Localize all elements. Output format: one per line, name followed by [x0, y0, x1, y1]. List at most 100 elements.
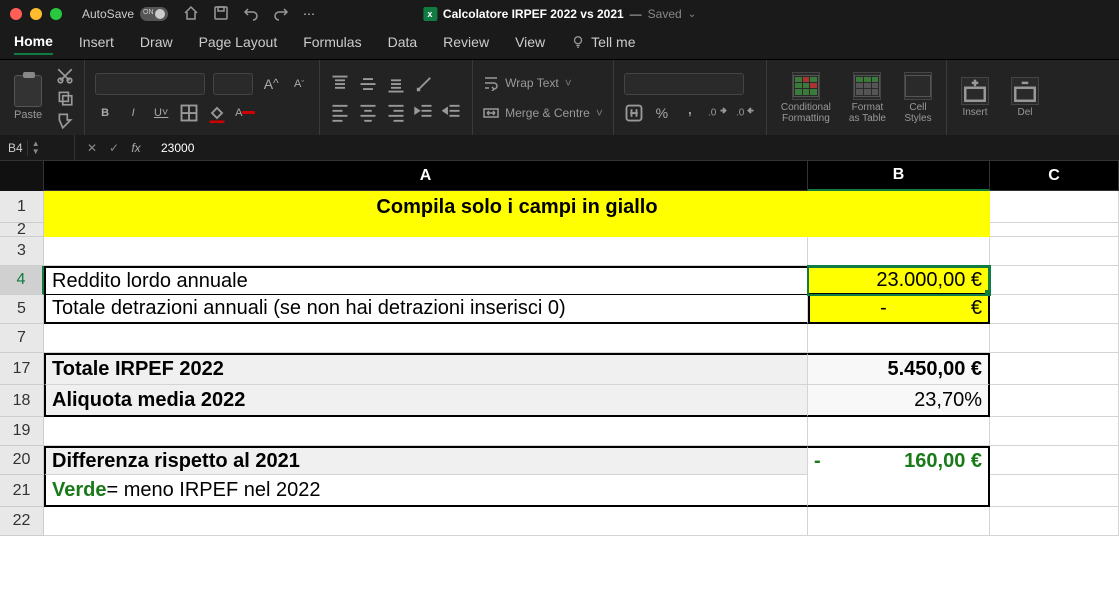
row-header[interactable]: 17	[0, 353, 44, 385]
toggle-switch-icon[interactable]: ON	[140, 7, 168, 21]
formula-input[interactable]: 23000	[153, 141, 1119, 155]
align-middle-icon[interactable]	[358, 74, 378, 94]
align-center-icon[interactable]	[358, 102, 378, 122]
more-icon[interactable]: ⋯	[303, 7, 315, 21]
wrap-text-button[interactable]: Wrap Text ˅	[483, 72, 603, 94]
row-header[interactable]: 4	[0, 266, 44, 295]
cell[interactable]	[808, 237, 990, 266]
verde-note[interactable]: Verde = meno IRPEF nel 2022	[44, 475, 808, 507]
cell[interactable]	[44, 507, 808, 536]
detrazioni-value[interactable]: - €	[808, 295, 990, 324]
conditional-formatting-button[interactable]: Conditional Formatting	[777, 68, 835, 128]
maximize-window-icon[interactable]	[50, 8, 62, 20]
col-header-b[interactable]: B	[808, 161, 990, 191]
accounting-format-icon[interactable]	[624, 103, 644, 123]
fill-color-icon[interactable]	[207, 103, 227, 123]
row-header[interactable]: 18	[0, 385, 44, 417]
autosave-toggle[interactable]: AutoSave ON	[82, 7, 168, 21]
tab-review[interactable]: Review	[443, 34, 489, 54]
copy-icon[interactable]	[56, 90, 74, 106]
tab-formulas[interactable]: Formulas	[303, 34, 361, 54]
cut-icon[interactable]	[56, 68, 74, 84]
home-icon[interactable]	[183, 5, 199, 24]
decrease-font-icon[interactable]: Aˇ	[289, 74, 309, 94]
banner-cell[interactable]: Compila solo i campi in giallo	[44, 191, 990, 223]
decrease-decimal-icon[interactable]: .0	[736, 103, 756, 123]
differenza-label[interactable]: Differenza rispetto al 2021	[44, 446, 808, 475]
row-header[interactable]: 7	[0, 324, 44, 353]
cell-styles-button[interactable]: Cell Styles	[900, 68, 936, 128]
italic-button[interactable]: I	[123, 103, 143, 123]
bold-button[interactable]: B	[95, 103, 115, 123]
format-as-table-button[interactable]: Format as Table	[845, 68, 890, 128]
aliquota-label[interactable]: Aliquota media 2022	[44, 385, 808, 417]
cell[interactable]	[44, 324, 808, 353]
percent-format-icon[interactable]: %	[652, 103, 672, 123]
increase-font-icon[interactable]: A^	[261, 74, 281, 94]
cell[interactable]	[808, 475, 990, 507]
cell[interactable]	[44, 223, 990, 237]
save-icon[interactable]	[213, 5, 229, 24]
cell[interactable]	[44, 417, 808, 446]
differenza-value[interactable]: - 160,00 €	[808, 446, 990, 475]
cell[interactable]	[990, 324, 1119, 353]
cell[interactable]	[990, 353, 1119, 385]
row-header[interactable]: 21	[0, 475, 44, 507]
align-right-icon[interactable]	[386, 102, 406, 122]
cell[interactable]	[990, 385, 1119, 417]
paste-button[interactable]: Paste	[10, 71, 46, 125]
font-size-select[interactable]	[213, 73, 253, 95]
format-painter-icon[interactable]	[56, 112, 74, 128]
cell[interactable]	[990, 507, 1119, 536]
accept-formula-icon[interactable]: ✓	[105, 141, 123, 155]
cell[interactable]	[44, 237, 808, 266]
decrease-indent-icon[interactable]	[414, 102, 434, 122]
increase-indent-icon[interactable]	[442, 102, 462, 122]
cell[interactable]	[990, 417, 1119, 446]
cell[interactable]	[808, 417, 990, 446]
col-header-c[interactable]: C	[990, 161, 1119, 191]
orientation-icon[interactable]	[414, 74, 434, 94]
insert-cells-button[interactable]: Insert	[957, 73, 993, 122]
row-header[interactable]: 1	[0, 191, 44, 223]
comma-format-icon[interactable]: ,	[680, 103, 700, 123]
reddito-value[interactable]: 23.000,00 €	[808, 266, 990, 295]
cell[interactable]	[990, 237, 1119, 266]
fx-icon[interactable]: fx	[127, 141, 145, 155]
cancel-formula-icon[interactable]: ✕	[83, 141, 101, 155]
totale-irpef-value[interactable]: 5.450,00 €	[808, 353, 990, 385]
number-format-select[interactable]	[624, 73, 744, 95]
close-window-icon[interactable]	[10, 8, 22, 20]
chevron-down-icon[interactable]: ⌄	[688, 9, 696, 20]
minimize-window-icon[interactable]	[30, 8, 42, 20]
cell[interactable]	[990, 223, 1119, 237]
font-family-select[interactable]	[95, 73, 205, 95]
tell-me-search[interactable]: Tell me	[571, 34, 635, 54]
totale-irpef-label[interactable]: Totale IRPEF 2022	[44, 353, 808, 385]
cell[interactable]	[990, 191, 1119, 223]
row-header[interactable]: 3	[0, 237, 44, 266]
tab-insert[interactable]: Insert	[79, 34, 114, 54]
tab-draw[interactable]: Draw	[140, 34, 173, 54]
align-left-icon[interactable]	[330, 102, 350, 122]
tab-data[interactable]: Data	[388, 34, 418, 54]
tab-view[interactable]: View	[515, 34, 545, 54]
redo-icon[interactable]	[273, 5, 289, 24]
name-box-stepper[interactable]: ▲▼	[27, 140, 40, 156]
delete-cells-button[interactable]: Del	[1007, 73, 1043, 122]
cell[interactable]	[990, 266, 1119, 295]
undo-icon[interactable]	[243, 5, 259, 24]
increase-decimal-icon[interactable]: .0	[708, 103, 728, 123]
tab-home[interactable]: Home	[14, 33, 53, 55]
cell[interactable]	[990, 295, 1119, 324]
underline-button[interactable]: U ˅	[151, 103, 171, 123]
row-header[interactable]: 5	[0, 295, 44, 324]
col-header-a[interactable]: A	[44, 161, 808, 191]
row-header[interactable]: 22	[0, 507, 44, 536]
tab-page-layout[interactable]: Page Layout	[199, 34, 278, 54]
reddito-label[interactable]: Reddito lordo annuale	[44, 266, 808, 295]
cell[interactable]	[990, 475, 1119, 507]
name-box[interactable]: B4 ▲▼	[0, 135, 75, 160]
row-header[interactable]: 20	[0, 446, 44, 475]
row-header[interactable]: 2	[0, 223, 44, 237]
